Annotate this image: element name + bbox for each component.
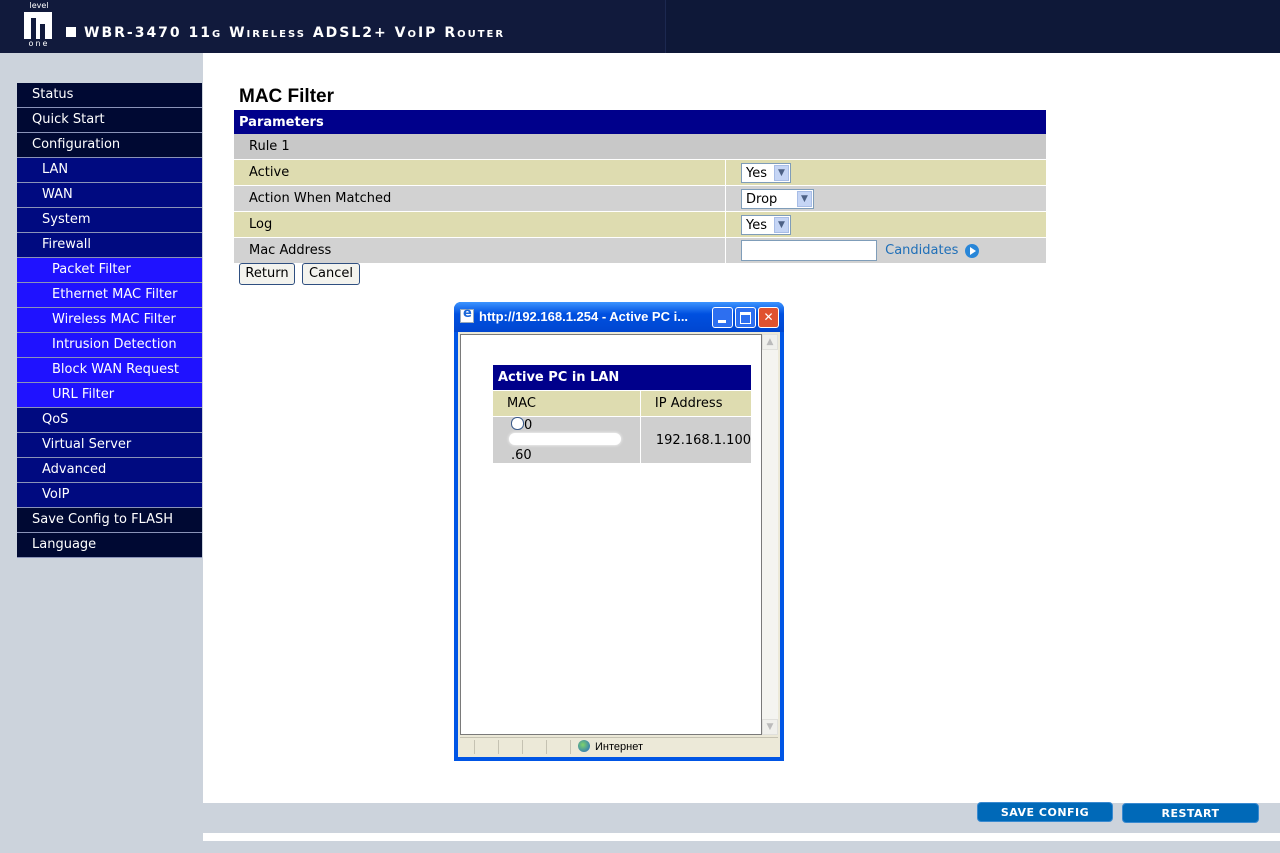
page-title: MAC Filter: [239, 86, 334, 107]
footer-divider: [203, 833, 1280, 841]
active-pc-popup-window: http://192.168.1.254 - Active PC i... ✕ …: [454, 302, 784, 761]
table-row: 0 .60 192.168.1.100: [493, 416, 751, 463]
sidebar-item-wireless-mac-filter[interactable]: Wireless MAC Filter: [17, 308, 202, 333]
sidebar-item-save-config[interactable]: Save Config to FLASH: [17, 508, 202, 533]
chevron-down-icon: ▼: [774, 216, 789, 233]
sidebar-item-block-wan-request[interactable]: Block WAN Request: [17, 358, 202, 383]
maximize-icon[interactable]: [735, 307, 756, 328]
column-header-mac: MAC: [493, 390, 641, 417]
active-select-value: Yes: [746, 165, 767, 181]
sidebar-item-quick-start[interactable]: Quick Start: [17, 108, 202, 133]
sidebar-item-configuration[interactable]: Configuration: [17, 133, 202, 158]
sidebar-item-system[interactable]: System: [17, 208, 202, 233]
popup-content: Active PC in LAN MAC IP Address 0 .60 192…: [460, 334, 762, 735]
arrow-right-circle-icon[interactable]: [964, 243, 979, 258]
sidebar-item-virtual-server[interactable]: Virtual Server: [17, 433, 202, 458]
logo-mark: [24, 12, 52, 39]
log-select[interactable]: Yes ▼: [741, 214, 791, 235]
logo-top-text: level: [29, 1, 49, 10]
product-title: WBR-3470 11g Wireless ADSL2+ VoIP Router: [66, 25, 505, 41]
chevron-down-icon: ▼: [797, 190, 812, 207]
footer-background: [203, 803, 1280, 853]
scroll-down-icon[interactable]: ▼: [762, 719, 778, 735]
mac-value-prefix: 0: [524, 418, 533, 433]
sidebar-item-qos[interactable]: QoS: [17, 408, 202, 433]
active-pc-table: Active PC in LAN MAC IP Address 0 .60 192…: [493, 365, 751, 463]
restart-button[interactable]: RESTART: [1122, 803, 1259, 823]
sidebar-item-wan[interactable]: WAN: [17, 183, 202, 208]
popup-scrollbar[interactable]: ▲ ▼: [762, 334, 778, 735]
sidebar-item-voip[interactable]: VoIP: [17, 483, 202, 508]
popup-body: Active PC in LAN MAC IP Address 0 .60 192…: [458, 332, 780, 757]
redacted-mac: [509, 433, 621, 445]
square-bullet-icon: [66, 27, 76, 37]
candidates-link[interactable]: Candidates: [885, 243, 958, 258]
close-icon[interactable]: ✕: [758, 307, 779, 328]
sidebar-item-url-filter[interactable]: URL Filter: [17, 383, 202, 408]
action-select-value: Drop: [746, 191, 778, 207]
active-select[interactable]: Yes ▼: [741, 162, 791, 183]
sidebar-item-language[interactable]: Language: [17, 533, 202, 558]
log-select-value: Yes: [746, 217, 767, 233]
popup-status-bar: Интернет: [460, 737, 778, 756]
chevron-down-icon: ▼: [774, 164, 789, 181]
log-row: Log Yes ▼: [234, 211, 1046, 238]
mac-label: Mac Address: [234, 237, 726, 263]
sidebar-item-packet-filter[interactable]: Packet Filter: [17, 258, 202, 283]
sidebar-nav: Status Quick Start Configuration LAN WAN…: [17, 83, 202, 558]
mac-row: Mac Address Candidates: [234, 237, 1046, 263]
rule-label: Rule 1: [234, 134, 1046, 160]
levelone-logo: level one: [22, 1, 56, 49]
return-button[interactable]: Return: [239, 263, 295, 285]
action-row: Action When Matched Drop ▼: [234, 185, 1046, 212]
mac-radio-button[interactable]: [511, 417, 524, 430]
action-label: Action When Matched: [234, 185, 726, 212]
sidebar-item-ethernet-mac-filter[interactable]: Ethernet MAC Filter: [17, 283, 202, 308]
status-zone-text: Интернет: [595, 741, 643, 753]
column-header-ip: IP Address: [640, 390, 751, 417]
scroll-up-icon[interactable]: ▲: [762, 334, 778, 350]
logo-bottom-text: one: [28, 39, 50, 48]
product-title-text: WBR-3470 11g Wireless ADSL2+ VoIP Router: [84, 25, 506, 41]
internet-zone-icon: [578, 740, 590, 752]
parameters-table: Parameters Rule 1 Active Yes ▼ Action Whe…: [234, 110, 1046, 263]
save-config-button[interactable]: SAVE CONFIG: [977, 802, 1113, 822]
minimize-icon[interactable]: [712, 307, 733, 328]
action-select[interactable]: Drop ▼: [741, 188, 814, 209]
popup-title: http://192.168.1.254 - Active PC i...: [479, 309, 689, 324]
parameters-header: Parameters: [234, 110, 1046, 134]
sidebar-item-intrusion-detection[interactable]: Intrusion Detection: [17, 333, 202, 358]
ip-address-cell: 192.168.1.100: [640, 416, 751, 463]
sidebar-item-status[interactable]: Status: [17, 83, 202, 108]
log-label: Log: [234, 211, 726, 238]
mac-value-suffix: .60: [511, 448, 532, 463]
active-pc-table-title: Active PC in LAN: [493, 365, 751, 391]
cancel-button[interactable]: Cancel: [302, 263, 360, 285]
sidebar-item-firewall[interactable]: Firewall: [17, 233, 202, 258]
sidebar-item-advanced[interactable]: Advanced: [17, 458, 202, 483]
active-label: Active: [234, 159, 726, 186]
ie-page-icon: [460, 306, 474, 323]
mac-address-input[interactable]: [741, 240, 877, 261]
sidebar-item-lan[interactable]: LAN: [17, 158, 202, 183]
active-row: Active Yes ▼: [234, 159, 1046, 186]
popup-title-bar[interactable]: http://192.168.1.254 - Active PC i... ✕: [454, 302, 784, 332]
header-right-panel: [665, 0, 1280, 53]
